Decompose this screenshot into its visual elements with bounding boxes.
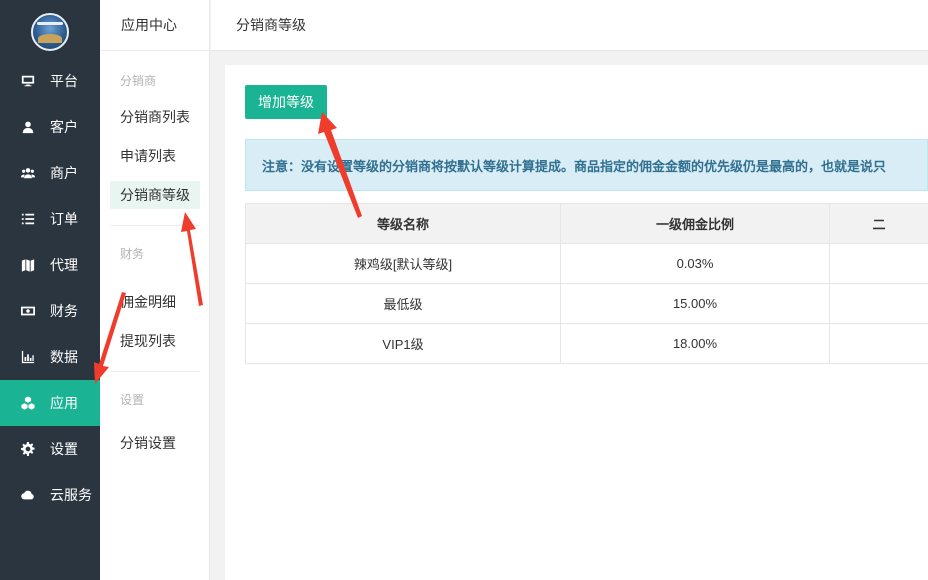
- page-header: 分销商等级: [211, 0, 928, 51]
- list-icon: [21, 212, 35, 226]
- nav-item-settings[interactable]: 设置: [0, 426, 100, 472]
- page-title: 分销商等级: [236, 17, 306, 33]
- nav-item-cloud[interactable]: 云服务: [0, 472, 100, 518]
- notice-alert: 注意：没有设置等级的分销商将按默认等级计算提成。商品指定的佣金金额的优先级仍是最…: [245, 139, 928, 191]
- money-icon: [21, 304, 35, 318]
- subnav-group-finance: 财务: [120, 246, 145, 261]
- subnav-link-withdraw-list[interactable]: 提现列表: [110, 327, 200, 355]
- table-header-cell: 二: [829, 203, 928, 244]
- subnav-group-distributor: 分销商: [120, 73, 157, 88]
- level-table: 等级名称 一级佣金比例 二 辣鸡级[默认等级] 0.03% 最低级 15.00%…: [245, 203, 928, 364]
- subnav-link-distributor-list[interactable]: 分销商列表: [110, 103, 200, 131]
- app-center-subnav: 应用中心 分销商 分销商列表 申请列表 分销商等级 财务 佣金明细 提现列表 设…: [100, 0, 210, 580]
- subnav-group-settings: 设置: [120, 392, 145, 407]
- nav-item-data[interactable]: 数据: [0, 334, 100, 380]
- main-sidebar: 平台 客户 商户 订单 代理 财务 数据 应用 设置 云服务: [0, 0, 100, 580]
- bar-chart-icon: [21, 350, 35, 364]
- nav-item-label: 数据: [50, 349, 78, 365]
- nav-item-label: 云服务: [50, 487, 92, 503]
- table-cell: 15.00%: [560, 283, 830, 324]
- add-level-button[interactable]: 增加等级: [245, 85, 327, 119]
- nav-item-label: 财务: [50, 303, 78, 319]
- table-cell: VIP1级: [245, 323, 561, 364]
- nav-item-platform[interactable]: 平台: [0, 58, 100, 104]
- table-header-cell: 一级佣金比例: [560, 203, 830, 244]
- table-cell: 18.00%: [560, 323, 830, 364]
- table-row[interactable]: 辣鸡级[默认等级] 0.03%: [245, 243, 928, 284]
- nav-item-label: 代理: [50, 257, 78, 273]
- table-cell: 0.03%: [560, 243, 830, 284]
- user-icon: [21, 120, 35, 134]
- table-header-row: 等级名称 一级佣金比例 二: [245, 203, 928, 244]
- nav-item-label: 客户: [50, 119, 78, 135]
- nav-item-apps[interactable]: 应用: [0, 380, 100, 426]
- table-cell: 辣鸡级[默认等级]: [245, 243, 561, 284]
- subnav-link-distribution-settings[interactable]: 分销设置: [110, 429, 200, 457]
- nav-item-customers[interactable]: 客户: [0, 104, 100, 150]
- nav-item-label: 应用: [50, 395, 78, 411]
- table-row[interactable]: 最低级 15.00%: [245, 283, 928, 324]
- subnav-title: 应用中心: [100, 0, 209, 51]
- nav-item-orders[interactable]: 订单: [0, 196, 100, 242]
- table-row[interactable]: VIP1级 18.00%: [245, 323, 928, 364]
- table-cell: [829, 323, 928, 364]
- subnav-link-commission-detail[interactable]: 佣金明细: [110, 288, 200, 316]
- nav-item-agents[interactable]: 代理: [0, 242, 100, 288]
- table-header-cell: 等级名称: [245, 203, 561, 244]
- subnav-link-distributor-level[interactable]: 分销商等级: [110, 181, 200, 209]
- users-icon: [21, 166, 35, 180]
- subnav-link-application-list[interactable]: 申请列表: [110, 142, 200, 170]
- gear-icon: [21, 442, 35, 456]
- main-nav: 平台 客户 商户 订单 代理 财务 数据 应用 设置 云服务: [0, 58, 100, 518]
- map-icon: [21, 258, 35, 272]
- nav-item-finance[interactable]: 财务: [0, 288, 100, 334]
- table-cell: [829, 243, 928, 284]
- table-cell: 最低级: [245, 283, 561, 324]
- main-panel: 增加等级 注意：没有设置等级的分销商将按默认等级计算提成。商品指定的佣金金额的优…: [225, 65, 928, 580]
- logo-icon[interactable]: [31, 13, 69, 51]
- cubes-icon: [21, 396, 35, 410]
- nav-item-merchants[interactable]: 商户: [0, 150, 100, 196]
- table-cell: [829, 283, 928, 324]
- monitor-icon: [21, 74, 35, 88]
- nav-item-label: 订单: [50, 211, 78, 227]
- nav-item-label: 设置: [50, 441, 78, 457]
- cloud-icon: [21, 488, 35, 502]
- nav-item-label: 平台: [50, 73, 78, 89]
- nav-item-label: 商户: [50, 165, 78, 181]
